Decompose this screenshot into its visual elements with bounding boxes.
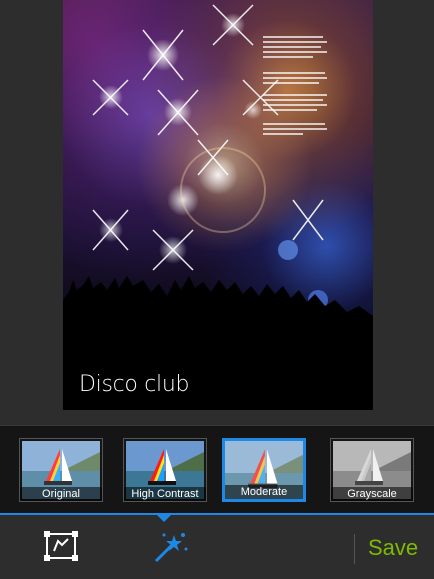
filter-original[interactable]: Original [19,438,103,502]
image-canvas: Disco club [0,0,434,425]
crop-icon [44,531,78,561]
filter-moderate[interactable]: Moderate [222,438,306,502]
filter-grayscale[interactable]: Grayscale [330,438,414,502]
active-tool-indicator [157,515,171,522]
poster-image: Disco club [63,0,373,410]
filter-high-contrast[interactable]: High Contrast [123,438,207,502]
toolbar-separator [354,534,355,564]
filter-label: Grayscale [331,487,413,501]
filter-strip: Original High Contrast Moderate Grayscal… [0,425,434,514]
magic-wand-icon [154,533,188,563]
crop-button[interactable] [42,529,82,565]
filter-label: Original [20,487,102,501]
effects-button[interactable] [150,529,190,565]
poster-fine-print [263,36,333,138]
save-button[interactable]: Save [368,533,428,563]
filter-label: High Contrast [124,487,206,501]
bottom-toolbar: Save [0,515,434,579]
poster-title: Disco club [79,372,190,397]
filter-label: Moderate [225,485,303,499]
